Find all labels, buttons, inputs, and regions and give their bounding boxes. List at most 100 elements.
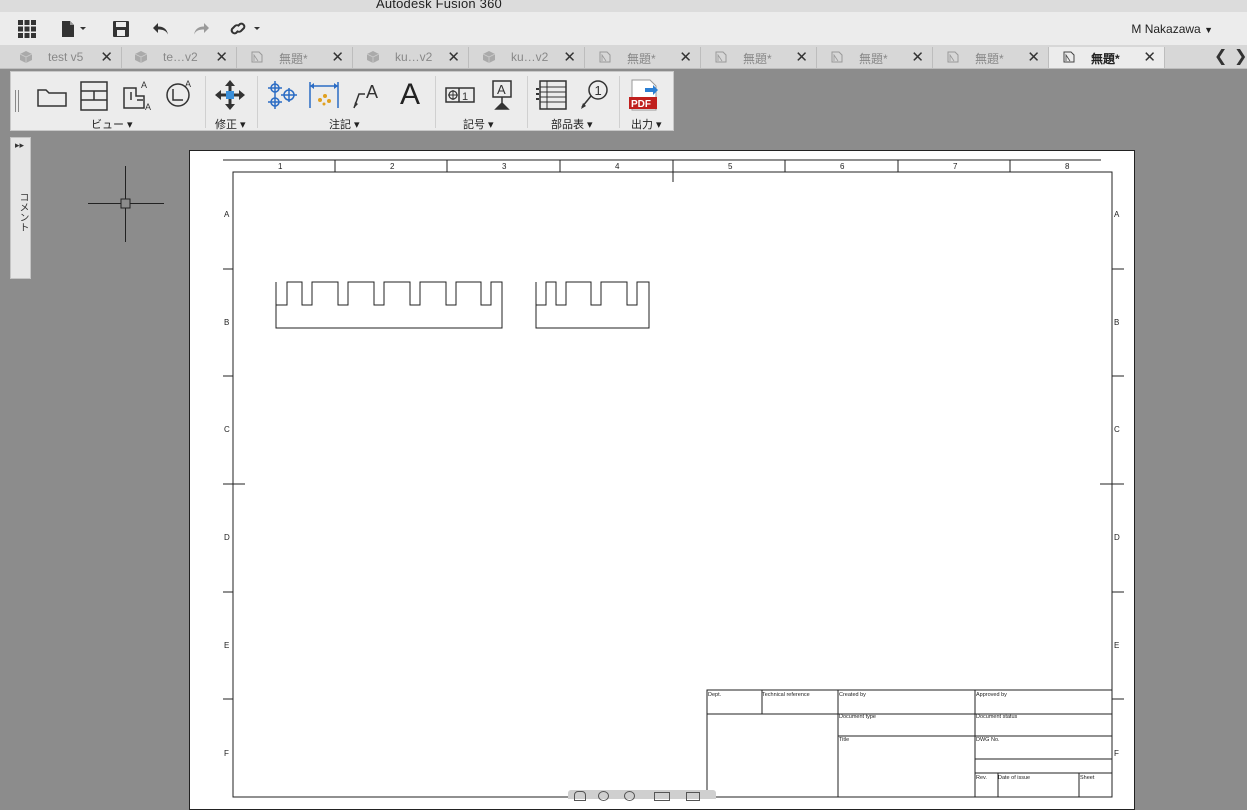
row-label-right: A — [1114, 210, 1120, 219]
section-view-icon[interactable]: AA — [119, 78, 153, 112]
ribbon-group-output[interactable]: 出力 ▾ — [631, 116, 662, 132]
document-tab[interactable]: 無題* ✕ — [1049, 47, 1165, 68]
row-ticks — [223, 268, 1124, 700]
tb-date-of-issue-label: Date of issue — [998, 775, 1031, 781]
drawing-document-icon — [715, 51, 727, 63]
zoom-icon[interactable] — [598, 791, 609, 801]
column-label: 1 — [278, 162, 283, 171]
redo-button[interactable] — [188, 17, 214, 41]
tab-label: 無題* — [627, 52, 656, 66]
display-settings-icon[interactable] — [686, 792, 700, 801]
close-tab-icon[interactable]: ✕ — [331, 48, 344, 66]
tb-dwg-no-label: DWG No. — [976, 737, 1000, 743]
pan-icon[interactable] — [574, 791, 586, 801]
tab-scroll-right-icon[interactable]: ❯ — [1234, 46, 1247, 66]
ribbon-group-view[interactable]: ビュー ▾ — [91, 116, 133, 132]
document-tab[interactable]: 無題* ✕ — [933, 47, 1049, 68]
text-tool-icon[interactable]: A — [397, 78, 423, 112]
tab-label: 無題* — [859, 52, 888, 66]
close-tab-icon[interactable]: ✕ — [215, 48, 228, 66]
document-tab-bar: test v5 ✕ te…v2 ✕ 無題* ✕ ku…v2 ✕ ku…v2 ✕ 無題* ✕ 無題* ✕ 無題… — [0, 45, 1247, 69]
zoom-window-icon[interactable] — [624, 791, 635, 801]
leader-text-icon[interactable]: A — [349, 78, 383, 112]
detail-view-icon[interactable]: A — [161, 78, 195, 112]
parts-list-icon[interactable] — [535, 78, 569, 112]
column-label: 5 — [728, 162, 733, 171]
drawing-sheet[interactable]: 1 2 3 4 5 6 7 8 A A B B C C D D E E F F Dept. Technical re… — [189, 150, 1135, 810]
ribbon-separator — [435, 76, 436, 128]
redo-icon — [194, 23, 209, 35]
document-tab[interactable]: test v5 ✕ — [6, 47, 122, 68]
close-tab-icon[interactable]: ✕ — [679, 48, 692, 66]
user-menu[interactable]: M Nakazawa ▼ — [1131, 22, 1213, 36]
document-tab[interactable]: ku…v2 ✕ — [469, 47, 585, 68]
tab-label: ku…v2 — [511, 50, 549, 64]
tb-dept-label: Dept. — [708, 692, 722, 698]
row-label-right: E — [1114, 641, 1120, 650]
tb-document-type-label: Document type — [839, 714, 876, 720]
save-button[interactable] — [108, 17, 134, 41]
close-tab-icon[interactable]: ✕ — [563, 48, 576, 66]
window-title-bar: Autodesk Fusion 360 — [0, 0, 1247, 12]
ribbon-grip-icon[interactable] — [15, 90, 19, 112]
projected-view-icon[interactable] — [77, 78, 111, 112]
tb-sheet-label: Sheet — [1080, 775, 1095, 781]
document-tab[interactable]: te…v2 ✕ — [121, 47, 237, 68]
ribbon-group-symbols[interactable]: 記号 ▾ — [463, 116, 494, 132]
file-icon — [62, 21, 86, 37]
balloon-icon[interactable]: 1 — [577, 78, 611, 112]
file-menu-button[interactable] — [58, 17, 90, 41]
document-tab[interactable]: 無題* ✕ — [237, 47, 353, 68]
tb-technical-reference-label: Technical reference — [762, 692, 810, 698]
drawing-sheet-canvas — [223, 159, 1124, 798]
tab-label: 無題* — [743, 52, 772, 66]
document-tab[interactable]: 無題* ✕ — [817, 47, 933, 68]
datum-identifier-icon[interactable]: A — [485, 78, 519, 112]
drawing-border — [232, 171, 1113, 798]
share-link-button[interactable] — [228, 17, 264, 41]
document-tab[interactable]: 無題* ✕ — [701, 47, 817, 68]
base-view-icon[interactable] — [35, 78, 69, 112]
center-mark-icon[interactable] — [265, 78, 299, 112]
svg-text:A: A — [185, 79, 191, 89]
tab-label: 無題* — [975, 52, 1004, 66]
document-tab[interactable]: 無題* ✕ — [585, 47, 701, 68]
dimension-icon[interactable] — [307, 78, 341, 112]
row-label-right: C — [1114, 425, 1120, 434]
fit-icon[interactable] — [654, 792, 670, 801]
part-outline-comb-large[interactable] — [275, 281, 503, 329]
ribbon-group-bom[interactable]: 部品表 ▾ — [551, 116, 593, 132]
ribbon-group-modify[interactable]: 修正 ▾ — [215, 116, 246, 132]
tb-approved-by-label: Approved by — [976, 692, 1007, 698]
model-document-icon — [367, 51, 379, 63]
user-name: M Nakazawa — [1131, 22, 1201, 36]
pdf-export-icon[interactable]: PDF — [627, 78, 661, 112]
data-panel-button[interactable] — [14, 17, 40, 41]
row-label-right: B — [1114, 318, 1120, 327]
comment-panel[interactable]: ▸▸ コメント — [10, 137, 31, 279]
document-tab[interactable]: ku…v2 ✕ — [353, 47, 469, 68]
navigation-toolbar[interactable] — [568, 790, 716, 801]
tb-document-status-label: Document status — [976, 714, 1018, 720]
ribbon-separator — [619, 76, 620, 128]
ribbon-group-annotation[interactable]: 注記 ▾ — [329, 116, 360, 132]
feature-control-frame-icon[interactable]: 1 — [443, 78, 477, 112]
svg-text:A: A — [366, 82, 378, 102]
expand-panel-icon[interactable]: ▸▸ — [15, 140, 24, 151]
row-label-left: A — [224, 210, 230, 219]
part-outline-comb-small[interactable] — [535, 281, 650, 329]
app-title: Autodesk Fusion 360 — [376, 0, 502, 11]
close-tab-icon[interactable]: ✕ — [911, 48, 924, 66]
row-label-left: C — [224, 425, 230, 434]
close-tab-icon[interactable]: ✕ — [100, 48, 113, 66]
model-document-icon — [20, 51, 32, 63]
close-tab-icon[interactable]: ✕ — [447, 48, 460, 66]
tab-scroll-left-icon[interactable]: ❮ — [1214, 46, 1227, 66]
title-block — [706, 689, 1113, 798]
comment-panel-label: コメント — [17, 192, 28, 232]
close-tab-icon[interactable]: ✕ — [1143, 48, 1156, 66]
move-icon[interactable] — [213, 78, 247, 112]
close-tab-icon[interactable]: ✕ — [795, 48, 808, 66]
undo-button[interactable] — [148, 17, 174, 41]
close-tab-icon[interactable]: ✕ — [1027, 48, 1040, 66]
